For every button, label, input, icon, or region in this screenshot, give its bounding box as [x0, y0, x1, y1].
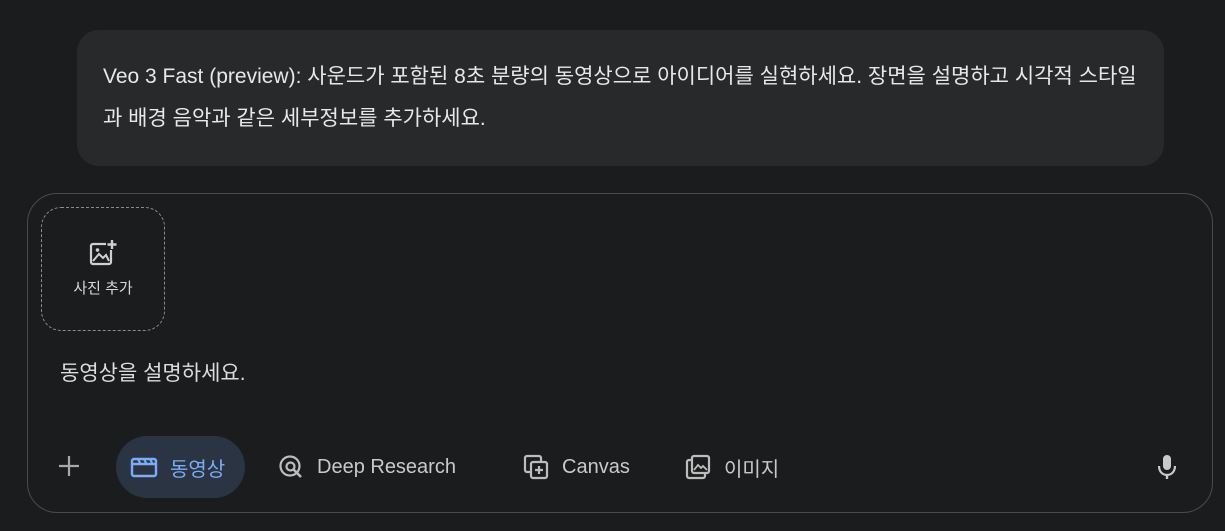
- tool-image-label: 이미지: [724, 458, 780, 481]
- canvas-icon: [522, 453, 550, 481]
- plus-icon: [59, 456, 79, 476]
- add-photo-label: 사진 추가: [73, 279, 133, 297]
- video-generation-screen: Veo 3 Fast (preview): 사운드가 포함된 8초 분량의 동영…: [0, 0, 1225, 531]
- microphone-icon: [1157, 455, 1177, 479]
- tool-image-chip[interactable]: 이미지: [684, 436, 779, 498]
- veo-info-message: Veo 3 Fast (preview): 사운드가 포함된 8초 분량의 동영…: [77, 30, 1164, 166]
- tool-canvas-label: Canvas: [562, 455, 630, 478]
- tool-deep-research-label: Deep Research: [317, 455, 456, 478]
- deep-research-icon: [277, 453, 305, 481]
- add-photo-button[interactable]: 사진 추가: [41, 207, 165, 331]
- tool-bar: 동영상 Deep Research Canvas 이미지: [28, 436, 1212, 498]
- video-prompt-input[interactable]: [60, 354, 1180, 394]
- tool-video-chip[interactable]: 동영상: [116, 436, 246, 498]
- image-icon: [684, 453, 712, 481]
- tool-video-label: 동영상: [170, 458, 226, 481]
- add-attachment-button[interactable]: [54, 451, 84, 481]
- prompt-composer: 사진 추가 동영상을 설명하세요. 동영상 Deep Research Canv…: [27, 193, 1213, 513]
- voice-input-button[interactable]: [1152, 452, 1182, 482]
- tool-canvas-chip[interactable]: Canvas: [522, 436, 630, 498]
- veo-info-text: Veo 3 Fast (preview): 사운드가 포함된 8초 분량의 동영…: [103, 65, 1137, 130]
- tool-deep-research-chip[interactable]: Deep Research: [277, 436, 456, 498]
- video-icon: [130, 453, 158, 481]
- add-photo-icon: [89, 239, 118, 265]
